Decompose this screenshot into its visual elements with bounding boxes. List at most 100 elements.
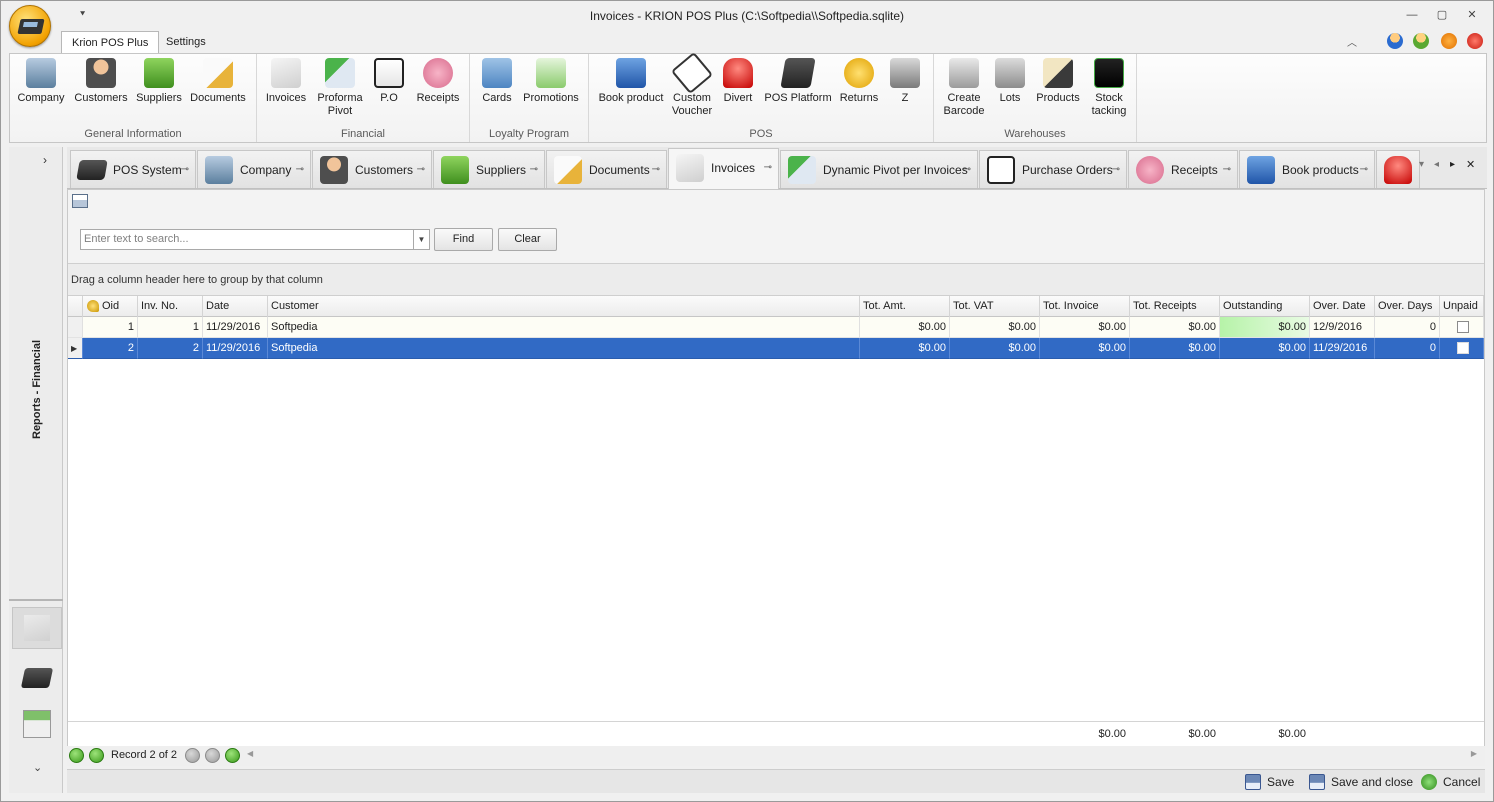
tab-documents[interactable]: Documents ⊸ bbox=[546, 150, 667, 188]
documents-button[interactable]: Documents bbox=[188, 58, 248, 105]
z-button[interactable]: Z bbox=[887, 58, 923, 105]
tab-suppliers[interactable]: Suppliers ⊸ bbox=[433, 150, 545, 188]
row-indicator-arrow-icon[interactable]: ▶ bbox=[68, 338, 83, 359]
tab-purchase-orders[interactable]: Purchase Orders ⊸ bbox=[979, 150, 1127, 188]
collapse-ribbon-icon[interactable]: ︿ bbox=[1347, 34, 1361, 50]
invoices-button[interactable]: Invoices bbox=[263, 58, 309, 105]
refresh-icon[interactable] bbox=[225, 748, 240, 763]
cell-over-days[interactable]: 0 bbox=[1375, 317, 1440, 338]
returns-button[interactable]: Returns bbox=[837, 58, 881, 105]
pin-icon[interactable]: ⊸ bbox=[963, 151, 971, 188]
search-history-dropdown-icon[interactable]: ▼ bbox=[413, 230, 429, 249]
pin-icon[interactable]: ⊸ bbox=[417, 151, 425, 188]
pin-icon[interactable]: ⊸ bbox=[296, 151, 304, 188]
cell-tot-invoice[interactable]: $0.00 bbox=[1040, 338, 1130, 359]
save-button[interactable]: Save bbox=[1245, 773, 1294, 791]
search-input[interactable]: Enter text to search... ▼ bbox=[80, 229, 430, 250]
save-and-close-button[interactable]: Save and close bbox=[1309, 773, 1413, 791]
pos-platform-button[interactable]: POS Platform bbox=[763, 58, 833, 105]
cell-over-date[interactable]: 12/9/2016 bbox=[1310, 317, 1375, 338]
cell-tot-receipts[interactable]: $0.00 bbox=[1130, 317, 1220, 338]
column-header-tot-invoice[interactable]: Tot. Invoice bbox=[1040, 296, 1130, 317]
close-tab-icon[interactable]: ✕ bbox=[1466, 158, 1475, 171]
custom-voucher-button[interactable]: Custom Voucher bbox=[669, 51, 715, 118]
pin-icon[interactable]: ⊸ bbox=[652, 151, 660, 188]
tab-divert[interactable] bbox=[1376, 150, 1420, 188]
products-button[interactable]: Products bbox=[1032, 58, 1084, 105]
group-panel[interactable]: Drag a column header here to group by th… bbox=[68, 264, 1484, 296]
clear-button[interactable]: Clear bbox=[498, 228, 557, 251]
scroll-right-icon[interactable]: ▶ bbox=[1471, 749, 1477, 758]
divert-button[interactable]: Divert bbox=[717, 58, 759, 105]
tab-scroll-right-icon[interactable]: ▸ bbox=[1450, 159, 1455, 170]
pin-icon[interactable]: ⊸ bbox=[1112, 151, 1120, 188]
cell-unpaid[interactable] bbox=[1440, 317, 1484, 338]
cell-outstanding[interactable]: $0.00 bbox=[1220, 317, 1310, 338]
app-menu-button[interactable] bbox=[9, 5, 51, 47]
cell-tot-vat[interactable]: $0.00 bbox=[950, 317, 1040, 338]
lots-button[interactable]: Lots bbox=[992, 58, 1028, 105]
tab-scroll-left-icon[interactable]: ◂ bbox=[1434, 159, 1439, 170]
close-button[interactable]: ✕ bbox=[1463, 7, 1481, 23]
cell-outstanding[interactable]: $0.00 bbox=[1220, 338, 1310, 359]
receipts-button[interactable]: Receipts bbox=[413, 58, 463, 105]
column-header-over-date[interactable]: Over. Date bbox=[1310, 296, 1375, 317]
cell-customer[interactable]: Softpedia bbox=[268, 338, 860, 359]
cell-tot-invoice[interactable]: $0.00 bbox=[1040, 317, 1130, 338]
table-row[interactable]: 1 1 11/29/2016 Softpedia $0.00 $0.00 $0.… bbox=[68, 317, 1484, 338]
scroll-down-icon[interactable]: ⌄ bbox=[33, 761, 42, 774]
suppliers-button[interactable]: Suppliers bbox=[134, 58, 184, 105]
cell-oid[interactable]: 2 bbox=[83, 338, 138, 359]
tab-dynamic-pivot[interactable]: Dynamic Pivot per Invoices ⊸ bbox=[780, 150, 978, 188]
nav-store-button[interactable] bbox=[12, 703, 62, 745]
cell-oid[interactable]: 1 bbox=[83, 317, 138, 338]
unpaid-checkbox[interactable] bbox=[1457, 321, 1469, 334]
maximize-button[interactable]: ▢ bbox=[1433, 7, 1451, 23]
unpaid-checkbox[interactable] bbox=[1457, 342, 1469, 355]
previous-record-icon[interactable] bbox=[89, 748, 104, 763]
proforma-pivot-button[interactable]: Proforma Pivot bbox=[313, 58, 367, 118]
column-header-date[interactable]: Date bbox=[203, 296, 268, 317]
next-record-icon[interactable] bbox=[185, 748, 200, 763]
cards-button[interactable]: Cards bbox=[476, 58, 518, 105]
column-header-outstanding[interactable]: Outstanding bbox=[1220, 296, 1310, 317]
create-barcode-button[interactable]: Create Barcode bbox=[938, 58, 990, 118]
cell-tot-vat[interactable]: $0.00 bbox=[950, 338, 1040, 359]
print-icon[interactable] bbox=[72, 194, 88, 208]
tab-pos-system[interactable]: POS System ⊸ bbox=[70, 150, 196, 188]
column-header-inv-no[interactable]: Inv. No. bbox=[138, 296, 203, 317]
stock-tacking-button[interactable]: Stock tacking bbox=[1086, 58, 1132, 118]
cell-unpaid[interactable] bbox=[1440, 338, 1484, 359]
minimize-button[interactable]: — bbox=[1403, 7, 1421, 23]
scroll-left-icon[interactable]: ◀ bbox=[247, 749, 253, 758]
promotions-button[interactable]: Promotions bbox=[520, 58, 582, 105]
expand-nav-icon[interactable]: › bbox=[43, 153, 47, 167]
column-header-tot-vat[interactable]: Tot. VAT bbox=[950, 296, 1040, 317]
cell-tot-amt[interactable]: $0.00 bbox=[860, 338, 950, 359]
column-header-oid[interactable]: Oid bbox=[83, 296, 138, 317]
tab-invoices[interactable]: Invoices ⊸ bbox=[668, 148, 779, 189]
pin-icon[interactable]: ⊸ bbox=[1223, 151, 1231, 188]
tab-customers[interactable]: Customers ⊸ bbox=[312, 150, 432, 188]
company-button[interactable]: Company bbox=[16, 58, 66, 105]
pin-icon[interactable]: ⊸ bbox=[530, 151, 538, 188]
last-record-icon[interactable] bbox=[205, 748, 220, 763]
column-header-over-days[interactable]: Over. Days bbox=[1375, 296, 1440, 317]
tab-dropdown-icon[interactable]: ▾ bbox=[1419, 159, 1424, 170]
cell-tot-receipts[interactable]: $0.00 bbox=[1130, 338, 1220, 359]
user-icon[interactable] bbox=[1387, 33, 1403, 49]
power-icon[interactable] bbox=[1441, 33, 1457, 49]
pin-icon[interactable]: ⊸ bbox=[181, 151, 189, 188]
tab-company[interactable]: Company ⊸ bbox=[197, 150, 311, 188]
customers-button[interactable]: Customers bbox=[72, 58, 130, 105]
users-icon[interactable] bbox=[1413, 33, 1429, 49]
pin-icon[interactable]: ⊸ bbox=[764, 149, 772, 187]
column-header-unpaid[interactable]: Unpaid bbox=[1440, 296, 1484, 317]
po-button[interactable]: P.O bbox=[369, 58, 409, 105]
first-record-icon[interactable] bbox=[69, 748, 84, 763]
cell-inv-no[interactable]: 2 bbox=[138, 338, 203, 359]
tab-book-products[interactable]: Book products ⊸ bbox=[1239, 150, 1375, 188]
cell-date[interactable]: 11/29/2016 bbox=[203, 338, 268, 359]
exit-icon[interactable] bbox=[1467, 33, 1483, 49]
ribbon-tab-settings[interactable]: Settings bbox=[156, 31, 216, 53]
